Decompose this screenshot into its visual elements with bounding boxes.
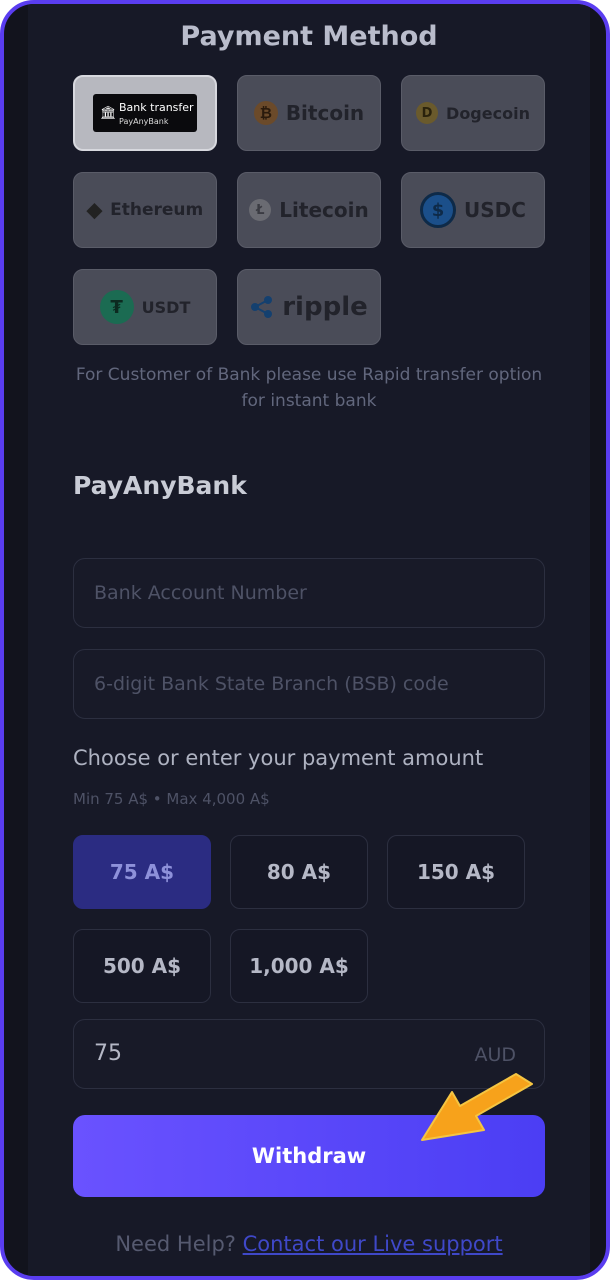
usdc-icon: $ — [420, 192, 457, 228]
bsb-code-field[interactable] — [73, 649, 545, 719]
bank-transfer-logo: 🏛 Bank transfer PayAnyBank — [93, 94, 197, 132]
bank-transfer-label: Bank transfer — [119, 100, 194, 114]
method-dogecoin[interactable]: D Dogecoin — [401, 75, 545, 151]
method-label: Litecoin — [279, 198, 369, 222]
amount-option-80[interactable]: 80 A$ — [230, 835, 368, 909]
amount-value[interactable]: 75 — [94, 1041, 122, 1066]
page-title: Payment Method — [180, 21, 438, 52]
method-label: USDT — [141, 297, 191, 317]
method-label: Bitcoin — [285, 101, 365, 125]
payanybank-label: PayAnyBank — [119, 116, 169, 126]
method-usdc[interactable]: $ USDC — [401, 172, 545, 248]
method-usdt[interactable]: ₮ USDT — [73, 269, 217, 345]
method-label: USDC — [464, 198, 526, 222]
method-ripple[interactable]: ripple — [237, 269, 381, 345]
ethereum-icon: ⬥ — [86, 197, 103, 223]
help-line: Need Help? Contact our Live support — [4, 1232, 606, 1256]
bitcoin-icon: ₿ — [253, 101, 278, 125]
usdt-icon: ₮ — [99, 290, 134, 324]
method-label: Ethereum — [110, 200, 204, 220]
method-label: Dogecoin — [446, 103, 530, 123]
method-bitcoin[interactable]: ₿ Bitcoin — [237, 75, 381, 151]
method-label: ripple — [282, 292, 368, 322]
method-ethereum[interactable]: ⬥ Ethereum — [73, 172, 217, 248]
ripple-icon — [251, 296, 273, 318]
amount-prompt: Choose or enter your payment amount — [73, 746, 484, 770]
pointer-arrow-icon — [421, 1073, 533, 1141]
method-litecoin[interactable]: Ł Litecoin — [237, 172, 381, 248]
help-text: Need Help? — [115, 1232, 236, 1256]
bank-hint-text: For Customer of Bank please use Rapid tr… — [75, 365, 543, 411]
dogecoin-icon: D — [416, 102, 439, 124]
amount-option-75[interactable]: 75 A$ — [73, 835, 211, 909]
amount-limits: Min 75 A$ • Max 4,000 A$ — [73, 790, 270, 808]
amount-option-500[interactable]: 500 A$ — [73, 929, 211, 1003]
bank-icon: 🏛 — [100, 106, 117, 121]
amount-option-150[interactable]: 150 A$ — [387, 835, 525, 909]
section-title: PayAnyBank — [73, 471, 247, 500]
bank-account-input[interactable] — [74, 559, 544, 627]
phone-frame: Payment Method 🏛 Bank transfer PayAnyBan… — [0, 0, 610, 1280]
bank-account-field[interactable] — [73, 558, 545, 628]
litecoin-icon: Ł — [249, 199, 272, 221]
bsb-code-input[interactable] — [74, 650, 544, 718]
amount-option-1000[interactable]: 1,000 A$ — [230, 929, 368, 1003]
live-support-link[interactable]: Contact our Live support — [243, 1232, 503, 1256]
method-bank-transfer[interactable]: 🏛 Bank transfer PayAnyBank — [73, 75, 217, 151]
currency-label: AUD — [474, 1044, 516, 1066]
